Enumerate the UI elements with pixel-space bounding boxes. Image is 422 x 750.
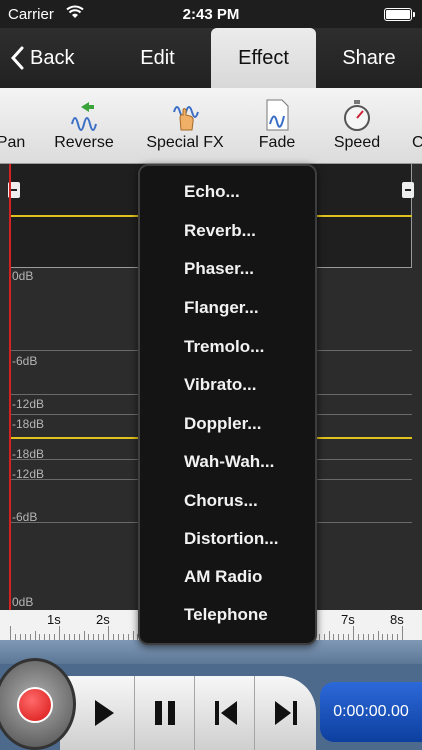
menu-item[interactable]: Distortion... <box>184 529 278 549</box>
db-label: -12dB <box>12 397 45 411</box>
back-label: Back <box>30 47 75 69</box>
clock: 2:43 PM <box>182 6 240 23</box>
menu-item[interactable]: Tremolo... <box>184 337 264 357</box>
menu-item[interactable]: Chorus... <box>184 491 258 511</box>
pause-icon <box>155 701 175 725</box>
battery-icon <box>384 8 415 21</box>
ruler-tick <box>34 631 36 640</box>
play-button[interactable] <box>74 676 134 750</box>
tool-pan-label: Pan <box>0 134 26 151</box>
db-label: 0dB <box>12 595 34 609</box>
tool-reverse[interactable]: Reverse <box>52 88 116 163</box>
effect-menu: Echo... Reverb... Phaser... Flanger... Tremo… <box>138 164 317 645</box>
back-button[interactable]: Back <box>0 28 105 88</box>
time-display: 0:00:00.00 <box>320 682 422 742</box>
tool-special-fx[interactable]: Special FX <box>144 88 226 163</box>
menu-item[interactable]: Wah-Wah... <box>184 452 274 472</box>
tab-edit[interactable]: Edit <box>105 28 210 88</box>
skip-start-button[interactable] <box>194 676 254 750</box>
skip-end-icon <box>275 701 297 725</box>
ruler-tick <box>132 631 134 640</box>
menu-item[interactable]: AM Radio <box>184 567 262 587</box>
ruler-label: 7s <box>341 612 355 627</box>
tab-share[interactable]: Share <box>316 28 422 88</box>
menu-item[interactable]: Telephone <box>184 605 268 625</box>
tool-fade-label: Fade <box>258 134 296 151</box>
skip-end-button[interactable] <box>254 676 314 750</box>
tool-pan[interactable]: Pan <box>0 88 34 163</box>
ruler-label: 2s <box>96 612 110 627</box>
top-nav: Back Edit Effect Share <box>0 28 422 88</box>
menu-item[interactable]: Reverb... <box>184 221 256 241</box>
tool-fade[interactable]: Fade <box>252 88 302 163</box>
tab-effect[interactable]: Effect <box>211 28 316 88</box>
tool-special-fx-label: Special FX <box>146 134 224 151</box>
menu-item[interactable]: Flanger... <box>184 298 259 318</box>
menu-item[interactable]: Doppler... <box>184 414 261 434</box>
db-label: -18dB <box>12 417 45 431</box>
fade-icon <box>266 99 289 131</box>
ruler-tick <box>328 631 330 640</box>
reverse-icon <box>71 102 97 131</box>
tool-partial-label: C <box>412 134 422 152</box>
menu-item[interactable]: Phaser... <box>184 259 254 279</box>
tool-partial[interactable]: C <box>412 88 422 163</box>
tool-speed-label: Speed <box>333 134 381 151</box>
ruler-tick <box>10 626 11 640</box>
ruler-tick <box>59 626 60 640</box>
skip-start-icon <box>215 701 237 725</box>
db-label: -18dB <box>12 447 45 461</box>
menu-item[interactable]: Vibrato... <box>184 375 256 395</box>
ruler-tick <box>83 631 85 640</box>
tool-speed[interactable]: Speed <box>330 88 384 163</box>
tool-reverse-label: Reverse <box>54 134 114 151</box>
ruler-label: 1s <box>47 612 61 627</box>
effect-toolbar: Pan Reverse Special FX Fade Speed C <box>0 88 422 164</box>
back-chevron-icon <box>10 46 24 70</box>
playhead[interactable] <box>9 164 11 660</box>
status-bar: Carrier 2:43 PM <box>0 0 422 28</box>
menu-item[interactable]: Echo... <box>184 182 240 202</box>
speed-icon <box>344 100 370 131</box>
selection-end-handle[interactable] <box>402 182 414 198</box>
ruler-tick <box>353 626 354 640</box>
ruler-tick <box>377 631 379 640</box>
record-icon <box>17 687 53 723</box>
db-label: -6dB <box>12 354 38 368</box>
ruler-tick <box>108 626 109 640</box>
db-label: -6dB <box>12 510 38 524</box>
ruler-tick <box>402 626 403 640</box>
special-fx-icon <box>173 106 199 131</box>
db-label: 0dB <box>12 269 34 283</box>
pause-button[interactable] <box>134 676 194 750</box>
play-icon <box>95 700 114 726</box>
ruler-label: 8s <box>390 612 404 627</box>
